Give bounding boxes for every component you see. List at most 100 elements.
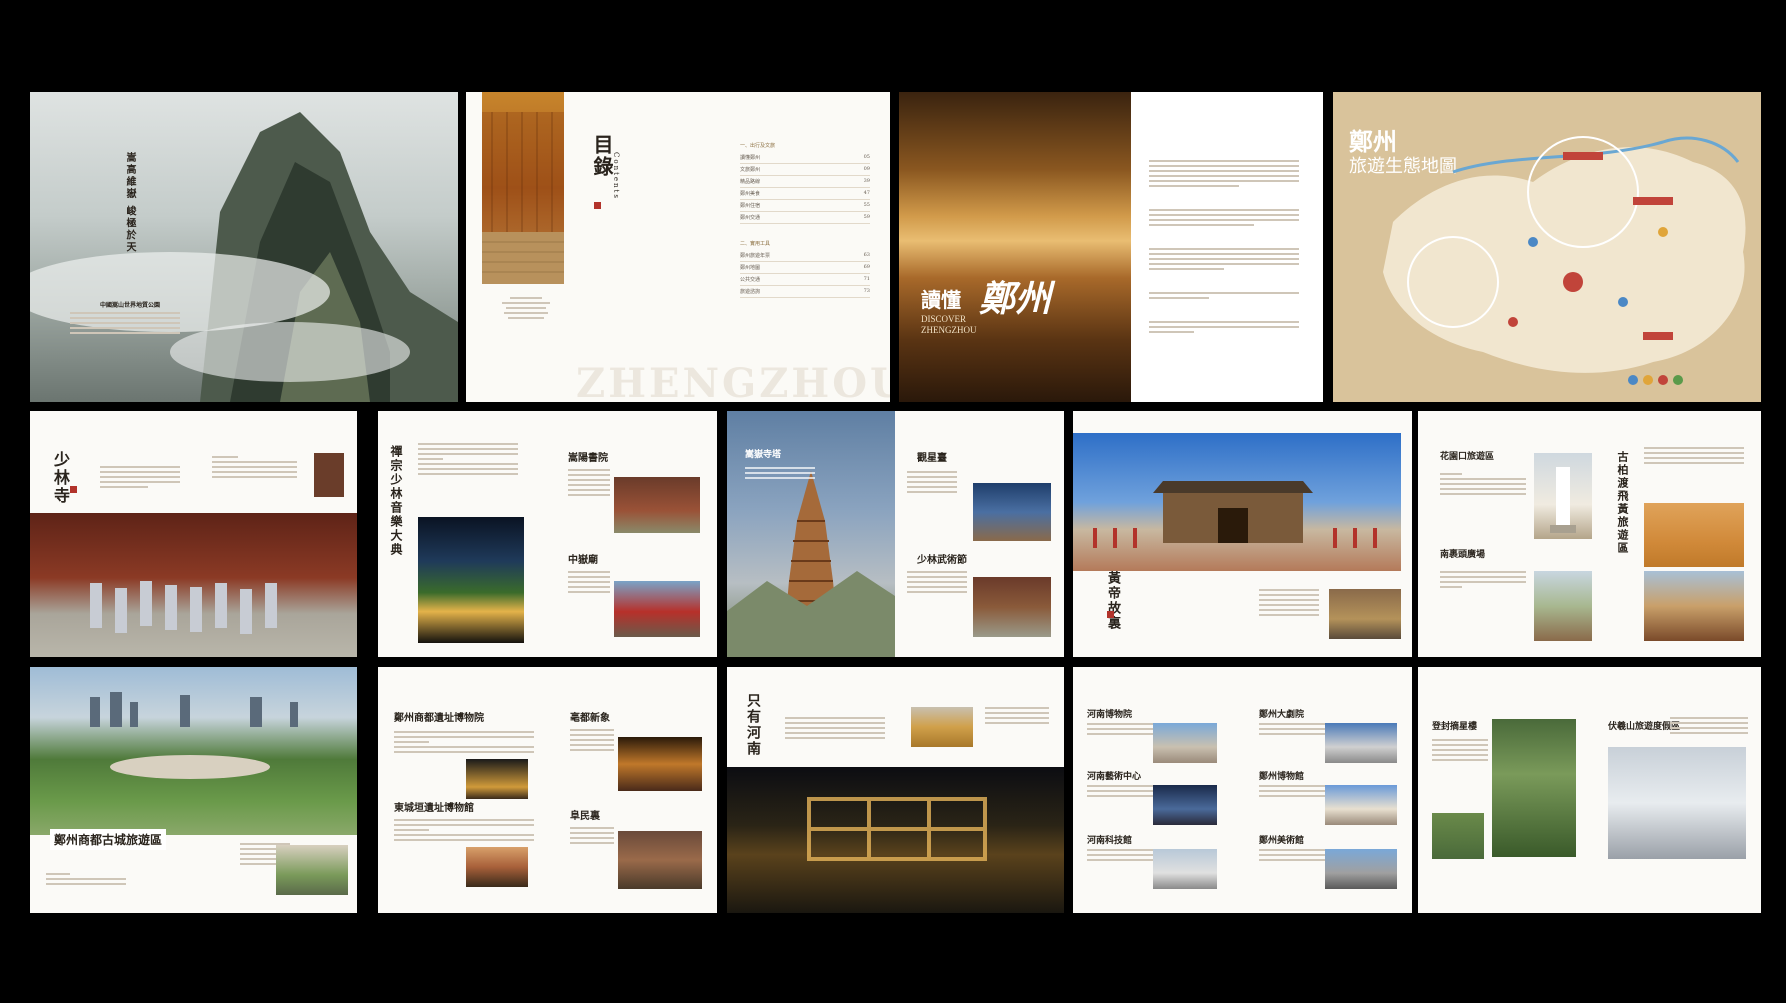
huangdi-title: 黃帝故裏 — [1105, 571, 1120, 631]
toc-item[interactable]: 精品路線 39 — [740, 176, 870, 188]
gubaidu-photo-1 — [1644, 503, 1744, 567]
shangdu-small-photo — [276, 845, 348, 895]
dengfeng-photo-1 — [1492, 719, 1576, 857]
shang-museum-title: 鄭州商都遺址博物院 — [394, 713, 484, 724]
museum-photo-6 — [1325, 849, 1397, 889]
caption-body — [70, 312, 180, 337]
museum-photo-1 — [1153, 723, 1217, 763]
museum-body-5 — [1259, 785, 1329, 800]
martial-body — [907, 571, 967, 596]
discover-title-big: 鄭州 — [979, 278, 1052, 320]
fuxi-body — [1670, 717, 1748, 737]
shaolin-monk-photo — [314, 453, 344, 497]
only-henan-aerial-photo — [727, 767, 1064, 913]
museum-body-2 — [1087, 785, 1157, 800]
toc-item[interactable]: 鄭州地圖 69 — [740, 262, 870, 274]
poem-text: 嵩高維嶽 峻極於天 — [124, 152, 135, 254]
shaolin-info — [212, 456, 297, 481]
spread-shang-museum: 鄭州商都遺址博物院 東城垣遺址博物館 亳都新象 阜民裏 — [378, 667, 717, 913]
contents-subtitle: Contents — [612, 152, 620, 200]
nanguotou-photo — [1534, 571, 1592, 641]
songyang-body — [568, 469, 610, 499]
temple-photo — [482, 92, 564, 284]
observatory-title: 觀星臺 — [917, 453, 947, 464]
only-henan-title: 只有河南 — [745, 693, 761, 757]
statue-photo — [1534, 453, 1592, 539]
museum-title-1: 河南博物院 — [1087, 710, 1133, 720]
zhongyue-body — [568, 571, 610, 596]
huangdi-small-photo — [1329, 589, 1401, 639]
bodu-body — [570, 729, 614, 754]
shangdu-title: 鄭州商都古城旅遊區 — [50, 829, 167, 850]
discover-body — [1149, 160, 1299, 336]
shaolin-temple-photo — [30, 513, 357, 657]
only-henan-body — [785, 717, 885, 742]
fuminli-photo — [618, 831, 702, 889]
gubaidu-photo-2 — [1644, 571, 1744, 641]
spread-music: 禪宗少林音樂大典 嵩陽書院 中嶽廟 — [378, 411, 717, 657]
pagoda-body — [745, 467, 815, 482]
museum-body-4 — [1259, 723, 1329, 738]
shangdu-info — [46, 873, 126, 888]
fuminli-body — [570, 827, 614, 847]
dengfeng-photo-2 — [1432, 813, 1484, 859]
fuxi-photo — [1608, 747, 1746, 859]
music-body — [418, 443, 518, 478]
spread-contents: 目錄 Contents 一、出行及文旅 讀懂鄭州 05 文旅鄭州 09 精品路線 39… — [466, 92, 890, 402]
museum-title-3: 河南科技館 — [1087, 836, 1133, 846]
shang-museum-body — [394, 731, 534, 756]
seal-stamp — [70, 486, 77, 493]
gubaidu-body — [1644, 447, 1744, 467]
seal-stamp — [594, 202, 601, 209]
spread-songshan: 嵩高維嶽 峻極於天 中國嵩山世界地質公園 — [30, 92, 458, 402]
huayuankou-body — [1440, 473, 1526, 498]
pagoda-title: 嵩嶽寺塔 — [745, 450, 782, 460]
music-performance-photo — [418, 517, 524, 643]
yellow-river-photo — [899, 92, 1131, 402]
toc-item[interactable]: 公共交通 71 — [740, 274, 870, 286]
music-title: 禪宗少林音樂大典 — [389, 445, 403, 557]
caption-title: 中國嵩山世界地質公園 — [100, 302, 161, 309]
museum-photo-3 — [1153, 849, 1217, 889]
songyang-photo — [614, 477, 700, 533]
spread-map: 鄭州 旅遊生態地圖 — [1333, 92, 1761, 402]
zhongyue-photo — [614, 581, 700, 637]
toc-item[interactable]: 文旅鄭州 09 — [740, 164, 870, 176]
toc-section-1: 一、出行及文旅 — [740, 143, 776, 149]
songyang-title: 嵩陽書院 — [568, 453, 608, 464]
spread-pagoda: 嵩嶽寺塔 觀星臺 少林武術節 — [727, 411, 1064, 657]
toc-item[interactable]: 鄭州住宿 55 — [740, 200, 870, 212]
museum-photo-4 — [1325, 723, 1397, 763]
wheat-caption — [985, 707, 1049, 727]
museum-photo-5 — [1325, 785, 1397, 825]
toc-item[interactable]: 鄭州美食 47 — [740, 188, 870, 200]
discover-title-small: 讀懂 — [921, 288, 961, 312]
spread-huayuankou: 花園口旅遊區 南裹頭廣場 古柏渡飛黃旅遊區 — [1418, 411, 1761, 657]
dengfeng-title: 登封摘星樓 — [1432, 722, 1478, 732]
shangdu-aerial-photo — [30, 667, 357, 835]
nanguotou-title: 南裹頭廣場 — [1440, 550, 1486, 560]
museum-title-5: 鄭州博物館 — [1259, 772, 1305, 782]
spread-discover: 讀懂 鄭州 DISCOVER ZHENGZHOU — [899, 92, 1323, 402]
shaolin-title: 少林寺 — [51, 451, 70, 505]
martial-photo — [973, 577, 1051, 637]
map-illustration — [1383, 136, 1746, 385]
toc-section-2: 二、實用工具 — [740, 241, 771, 247]
toc-item[interactable]: 讀懂鄭州 05 — [740, 152, 870, 164]
museum-body-6 — [1259, 849, 1329, 864]
gubaidu-title: 古柏渡飛黃旅遊區 — [1616, 451, 1629, 555]
fuminli-title: 阜民裏 — [570, 811, 600, 822]
museum-photo-2 — [1153, 785, 1217, 825]
east-wall-body — [394, 819, 534, 844]
spread-huangdi: 黃帝故裏 — [1073, 411, 1412, 657]
east-wall-photo — [466, 847, 528, 887]
toc-list-1: 讀懂鄭州 05 文旅鄭州 09 精品路線 39 鄭州美食 47 鄭州住宿 55 鄭州交通 5… — [740, 152, 870, 224]
toc-item[interactable]: 旅遊諮詢 73 — [740, 286, 870, 298]
toc-item[interactable]: 鄭州旅遊年票 63 — [740, 250, 870, 262]
museum-title-2: 河南藝術中心 — [1087, 772, 1142, 782]
wheat-photo — [911, 707, 973, 747]
seal-stamp — [1107, 611, 1114, 618]
museum-body-3 — [1087, 849, 1157, 864]
bodu-photo — [618, 737, 702, 791]
toc-item[interactable]: 鄭州交通 59 — [740, 212, 870, 224]
